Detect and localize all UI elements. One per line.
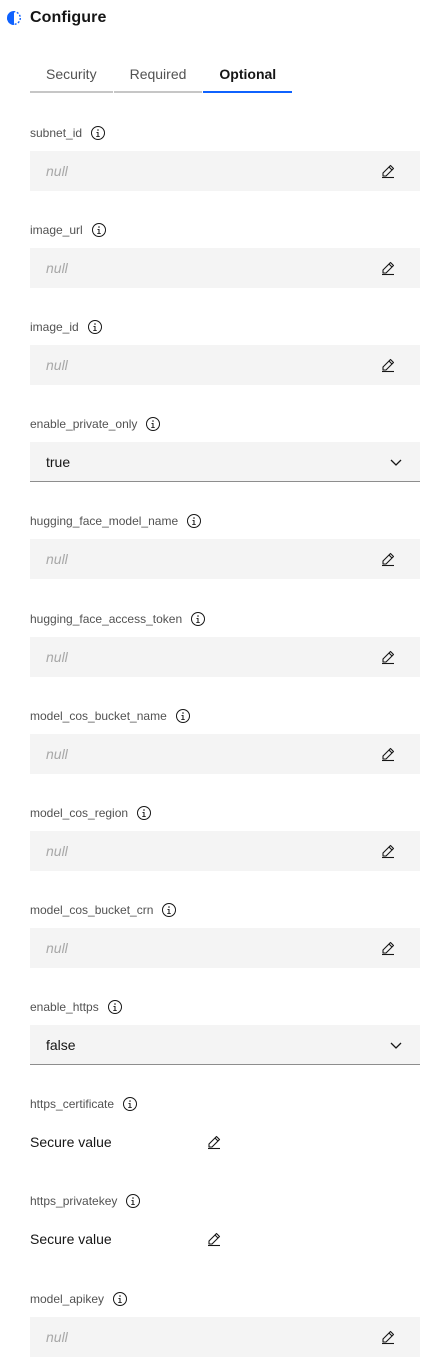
field-image-url: image_url null (30, 220, 420, 288)
info-icon[interactable] (107, 999, 123, 1015)
field-label: hugging_face_access_token (30, 609, 420, 629)
edit-pencil-icon[interactable] (380, 163, 396, 179)
secure-value-text: Secure value (30, 1134, 112, 1150)
edit-pencil-icon[interactable] (380, 551, 396, 567)
field-label: model_cos_bucket_name (30, 706, 420, 726)
select-value: false (46, 1036, 76, 1053)
input-placeholder: null (46, 163, 68, 179)
info-icon[interactable] (186, 513, 202, 529)
info-icon[interactable] (190, 611, 206, 627)
select-value: true (46, 453, 71, 470)
edit-pencil-icon[interactable] (380, 940, 396, 956)
input-placeholder: null (46, 746, 68, 762)
configure-header: Configure (6, 6, 106, 30)
field-label: enable_private_only (30, 414, 420, 434)
image-url-input[interactable]: null (30, 248, 420, 288)
tab-optional[interactable]: Optional (203, 56, 293, 93)
enable-https-select[interactable]: false (30, 1025, 420, 1065)
field-label: enable_https (30, 997, 420, 1017)
field-model-cos-bucket-crn: model_cos_bucket_crn null (30, 900, 420, 968)
info-icon[interactable] (122, 1096, 138, 1112)
enable-private-only-select[interactable]: true (30, 442, 420, 482)
model-cos-bucket-crn-input[interactable]: null (30, 928, 420, 968)
edit-pencil-icon[interactable] (380, 260, 396, 276)
field-label: subnet_id (30, 123, 420, 143)
info-icon[interactable] (136, 805, 152, 821)
edit-pencil-icon[interactable] (380, 649, 396, 665)
hugging-face-access-token-input[interactable]: null (30, 637, 420, 677)
edit-pencil-icon[interactable] (380, 357, 396, 373)
field-label: https_privatekey (30, 1191, 420, 1211)
image-id-input[interactable]: null (30, 345, 420, 385)
hugging-face-model-name-input[interactable]: null (30, 539, 420, 579)
info-icon[interactable] (112, 1291, 128, 1307)
field-https-privatekey: https_privatekey Secure value (30, 1191, 420, 1247)
edit-pencil-icon[interactable] (380, 746, 396, 762)
model-cos-bucket-name-input[interactable]: null (30, 734, 420, 774)
info-icon[interactable] (90, 125, 106, 141)
info-icon[interactable] (161, 902, 177, 918)
field-label: model_apikey (30, 1289, 420, 1309)
subnet-id-input[interactable]: null (30, 151, 420, 191)
info-icon[interactable] (91, 222, 107, 238)
info-icon[interactable] (87, 319, 103, 335)
edit-pencil-icon[interactable] (380, 1329, 396, 1345)
edit-pencil-icon[interactable] (206, 1231, 222, 1247)
edit-pencil-icon[interactable] (380, 843, 396, 859)
field-enable-https: enable_https false (30, 997, 420, 1065)
https-privatekey-secure-value: Secure value (30, 1219, 222, 1259)
field-image-id: image_id null (30, 317, 420, 385)
info-icon[interactable] (125, 1193, 141, 1209)
field-https-certificate: https_certificate Secure value (30, 1094, 420, 1150)
model-apikey-input[interactable]: null (30, 1317, 420, 1357)
chevron-down-icon (388, 1037, 404, 1053)
field-hugging-face-model-name: hugging_face_model_name null (30, 511, 420, 579)
field-label: model_cos_bucket_crn (30, 900, 420, 920)
field-label: image_url (30, 220, 420, 240)
tab-list: Security Required Optional (30, 56, 293, 93)
field-label: https_certificate (30, 1094, 420, 1114)
tab-security[interactable]: Security (30, 56, 113, 93)
field-subnet-id: subnet_id null (30, 123, 420, 191)
edit-pencil-icon[interactable] (206, 1134, 222, 1150)
tab-required[interactable]: Required (113, 56, 203, 93)
info-icon[interactable] (145, 416, 161, 432)
field-label: image_id (30, 317, 420, 337)
field-hugging-face-access-token: hugging_face_access_token null (30, 609, 420, 677)
field-model-cos-region: model_cos_region null (30, 803, 420, 871)
field-label: hugging_face_model_name (30, 511, 420, 531)
field-model-apikey: model_apikey null (30, 1289, 420, 1357)
secure-value-text: Secure value (30, 1231, 112, 1247)
https-certificate-secure-value: Secure value (30, 1122, 222, 1162)
input-placeholder: null (46, 649, 68, 665)
half-circle-status-icon (6, 10, 22, 26)
model-cos-region-input[interactable]: null (30, 831, 420, 871)
input-placeholder: null (46, 940, 68, 956)
field-model-cos-bucket-name: model_cos_bucket_name null (30, 706, 420, 774)
chevron-down-icon (388, 454, 404, 470)
input-placeholder: null (46, 843, 68, 859)
info-icon[interactable] (175, 708, 191, 724)
field-enable-private-only: enable_private_only true (30, 414, 420, 482)
input-placeholder: null (46, 357, 68, 373)
field-label: model_cos_region (30, 803, 420, 823)
input-placeholder: null (46, 1329, 68, 1345)
page-title: Configure (30, 9, 107, 26)
input-placeholder: null (46, 260, 68, 276)
input-placeholder: null (46, 551, 68, 567)
